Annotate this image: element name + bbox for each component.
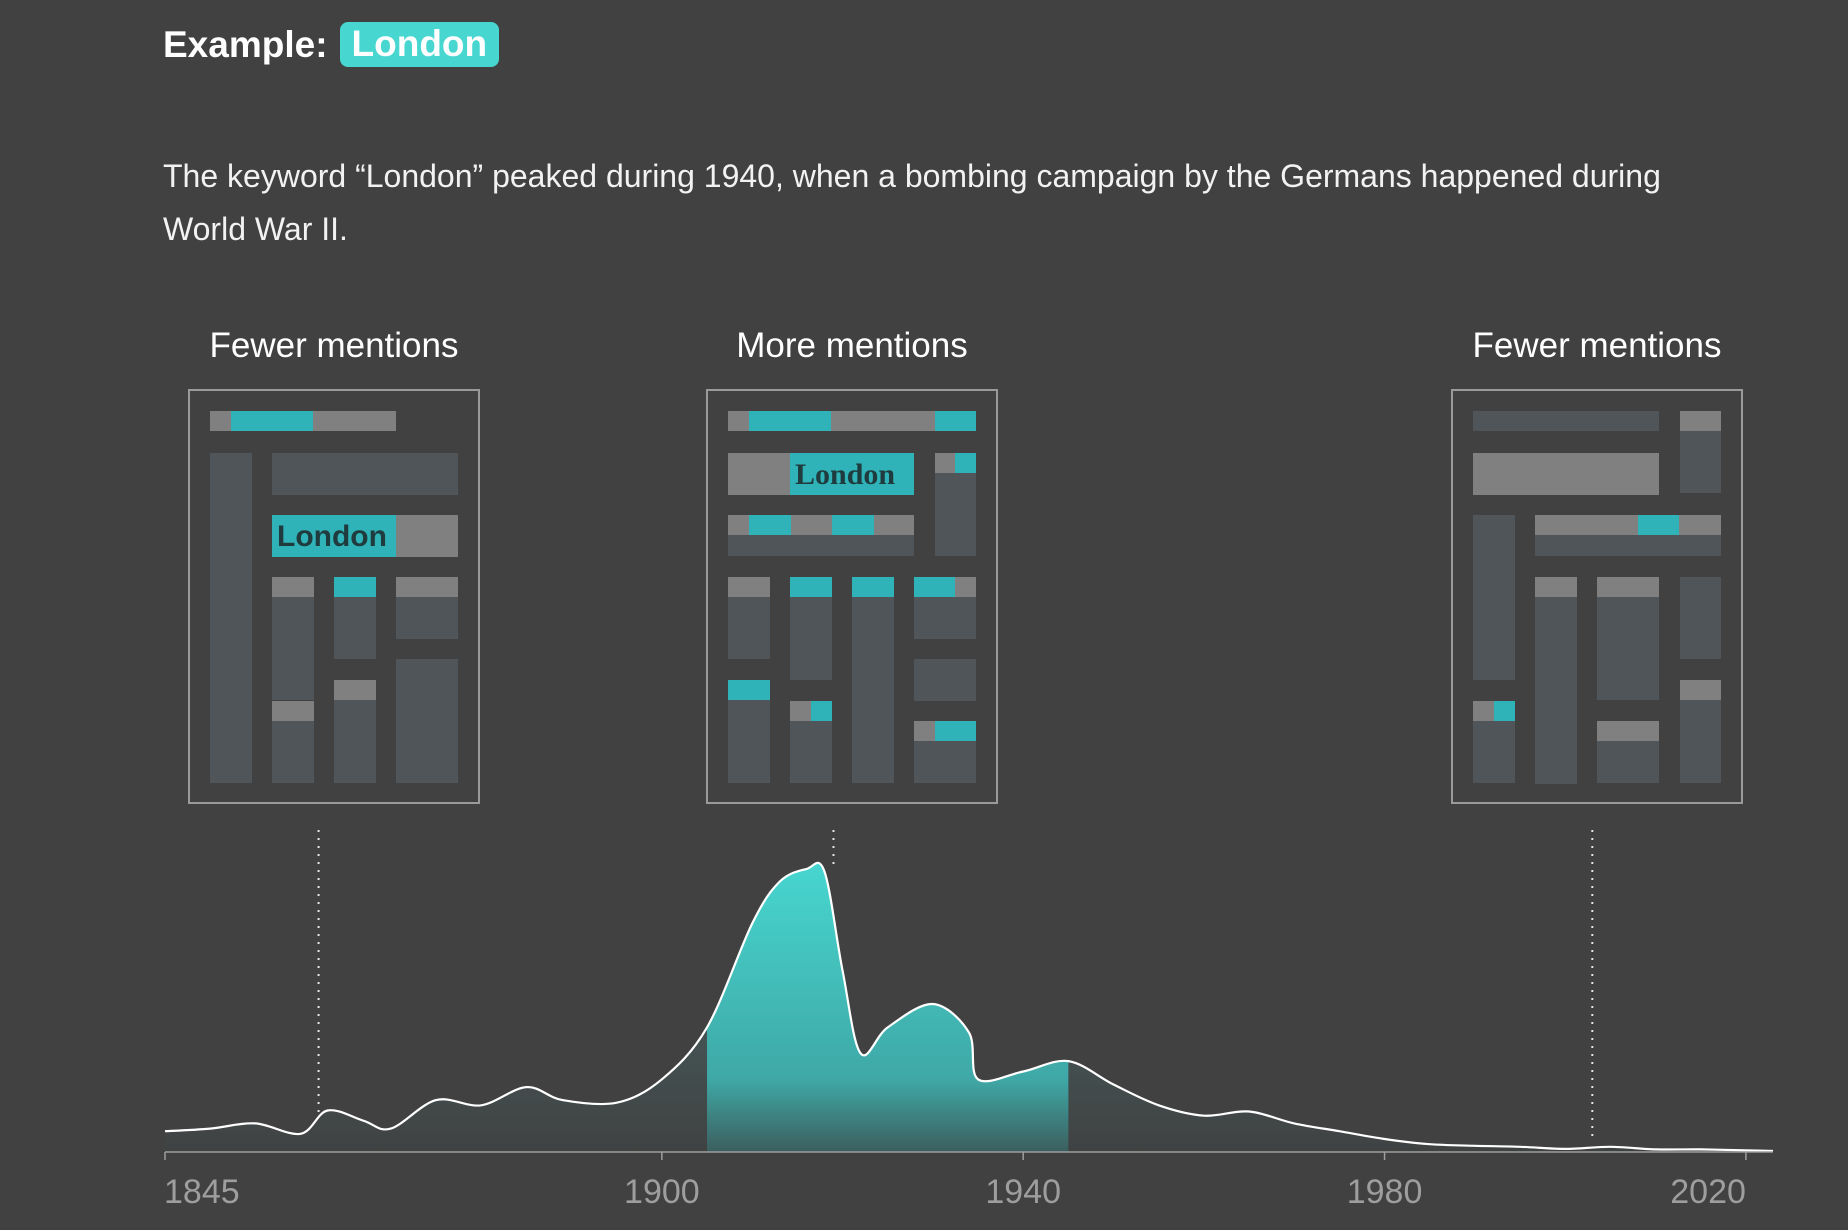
newspaper-panel-1: London Fewer mentions [188, 326, 480, 804]
article-block [272, 453, 458, 495]
headline-keyword: London [277, 520, 387, 553]
article-block [914, 741, 976, 783]
article-block [955, 577, 976, 597]
article-block [935, 411, 976, 431]
article-block [1680, 680, 1721, 700]
article-block [210, 453, 252, 783]
article-block [334, 597, 376, 659]
article-block [728, 535, 914, 556]
article-block [935, 721, 976, 741]
article-block [1494, 701, 1515, 721]
article-block [832, 515, 874, 535]
headline-keyword: London [795, 458, 895, 491]
article-block [396, 659, 458, 783]
article-block [1597, 721, 1659, 741]
article-block [1597, 741, 1659, 783]
article-block [1535, 577, 1577, 597]
x-tick-label: 1900 [624, 1173, 700, 1211]
article-block [728, 680, 770, 700]
article-block [728, 577, 770, 597]
article-block [852, 597, 894, 783]
highlight-area-1940s [707, 862, 1069, 1152]
article-block [790, 577, 832, 597]
article-block [1473, 515, 1515, 680]
article-block [852, 577, 894, 597]
article-block [1535, 535, 1721, 556]
panel-label: More mentions [736, 326, 967, 365]
article-block [914, 597, 976, 639]
article-block [272, 721, 314, 783]
x-tick-label: 2020 [1670, 1173, 1746, 1211]
article-block [272, 577, 314, 597]
article-block [334, 700, 376, 783]
article-block [749, 411, 831, 431]
article-block [914, 659, 976, 701]
article-block [811, 701, 832, 721]
x-tick-label: 1845 [164, 1173, 240, 1211]
article-block [1535, 515, 1721, 535]
x-tick-label: 1940 [985, 1173, 1061, 1211]
article-block [728, 700, 770, 783]
panel-label: Fewer mentions [1473, 326, 1722, 365]
article-block [1680, 411, 1721, 431]
article-block [1597, 577, 1659, 597]
article-block [955, 453, 976, 473]
article-block [728, 597, 770, 659]
x-tick-label: 1980 [1347, 1173, 1423, 1211]
article-block [790, 597, 832, 680]
article-block [334, 680, 376, 700]
article-block [272, 597, 314, 700]
article-block [1680, 431, 1721, 493]
article-block [1680, 700, 1721, 783]
article-block [1473, 411, 1659, 431]
article-block [396, 577, 458, 597]
newspaper-panel-3: Fewer mentions [1451, 326, 1743, 804]
article-block [1680, 577, 1721, 659]
article-block [231, 411, 313, 431]
panel-label: Fewer mentions [210, 326, 459, 365]
newspaper-panel-2: London More mentions [706, 326, 998, 804]
article-block [1473, 721, 1515, 783]
article-block [1597, 597, 1659, 700]
article-block [749, 515, 791, 535]
article-block [396, 597, 458, 639]
article-block [1535, 597, 1577, 784]
article-block [272, 701, 314, 721]
article-block [1638, 515, 1679, 535]
article-block [1473, 453, 1659, 495]
article-block [790, 721, 832, 783]
article-block [334, 577, 376, 597]
keyword-mentions-chart: London Fewer mentions London More mentions F… [164, 326, 1774, 1211]
